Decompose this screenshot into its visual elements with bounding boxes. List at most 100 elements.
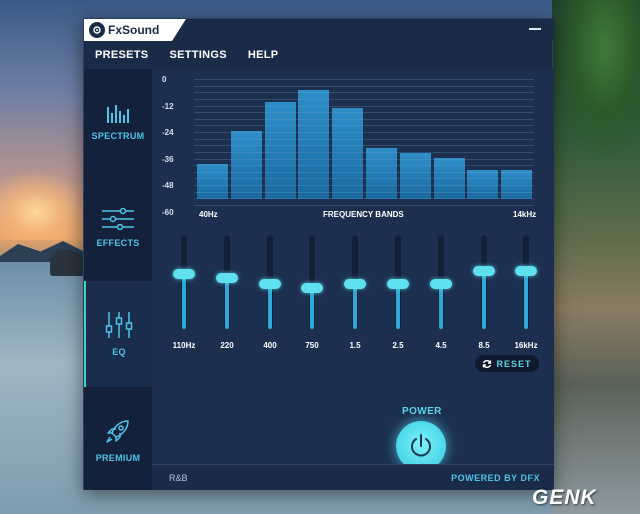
grid-line bbox=[194, 204, 534, 206]
slider-fill bbox=[310, 287, 314, 329]
eq-panel: 40Hz FREQUENCY BANDS 14kHz 0 -12 -24 -36 -48… bbox=[152, 69, 554, 490]
slider-fill bbox=[182, 274, 186, 329]
rock bbox=[50, 250, 84, 276]
sidebar-item-label: EFFECTS bbox=[96, 238, 140, 248]
eq-band-label: 750 bbox=[305, 341, 319, 350]
slider-thumb[interactable] bbox=[173, 269, 195, 280]
slider-thumb[interactable] bbox=[473, 265, 495, 276]
grid-line bbox=[194, 125, 534, 127]
sidebar-item-label: SPECTRUM bbox=[91, 131, 145, 141]
eq-icon bbox=[104, 311, 134, 339]
title-bar[interactable]: FxSound bbox=[84, 19, 554, 41]
db-scale-label: -48 bbox=[162, 181, 174, 190]
x-axis-end-label: 14kHz bbox=[513, 210, 537, 219]
eq-slider[interactable] bbox=[216, 235, 238, 329]
slider-thumb[interactable] bbox=[344, 278, 366, 289]
grid-line bbox=[194, 158, 534, 160]
slider-fill bbox=[353, 283, 357, 329]
eq-slider[interactable] bbox=[344, 235, 366, 329]
menu-help[interactable]: HELP bbox=[248, 49, 279, 61]
eq-slider[interactable] bbox=[473, 235, 495, 329]
grid-line bbox=[194, 118, 534, 120]
current-preset-name: R&B bbox=[169, 473, 188, 483]
sidebar-item-label: EQ bbox=[112, 347, 126, 357]
eq-band-label: 1.5 bbox=[349, 341, 361, 350]
eq-band-label: 400 bbox=[263, 341, 277, 350]
grid-line bbox=[194, 85, 534, 87]
x-axis-start-label: 40Hz bbox=[199, 210, 218, 219]
reset-button[interactable]: RESET bbox=[475, 355, 539, 372]
power-icon bbox=[411, 434, 431, 457]
grid-line bbox=[194, 191, 534, 193]
slider-thumb[interactable] bbox=[387, 278, 409, 289]
eq-band-label: 110Hz bbox=[172, 341, 196, 350]
eq-slider[interactable] bbox=[515, 235, 537, 329]
grid-line bbox=[194, 79, 534, 80]
title-bar-dark-area bbox=[172, 19, 554, 41]
slider-thumb[interactable] bbox=[301, 282, 323, 293]
eq-slider[interactable] bbox=[259, 235, 281, 329]
fxsound-window: FxSound PRESETS SETTINGS HELP SPECTRUM E… bbox=[83, 18, 554, 490]
db-scale-label: -12 bbox=[162, 101, 174, 111]
db-scale-label: -60 bbox=[162, 207, 174, 217]
slider-fill bbox=[524, 270, 528, 329]
slider-thumb[interactable] bbox=[430, 278, 452, 289]
db-scale-label: -36 bbox=[162, 154, 174, 164]
palm-trees bbox=[552, 0, 640, 160]
x-axis-title: FREQUENCY BANDS bbox=[323, 210, 404, 219]
grid-line bbox=[194, 145, 534, 147]
eq-slider[interactable] bbox=[173, 235, 195, 329]
eq-band-label: 2.5 bbox=[392, 341, 404, 350]
sidebar-item-eq[interactable]: EQ bbox=[84, 281, 152, 387]
app-title: FxSound bbox=[108, 23, 160, 37]
slider-thumb[interactable] bbox=[259, 278, 281, 289]
grid-line bbox=[194, 178, 534, 180]
eq-slider[interactable] bbox=[387, 235, 409, 329]
menu-bar: PRESETS SETTINGS HELP bbox=[84, 41, 554, 69]
spectrum-icon bbox=[105, 103, 131, 123]
genk-watermark: GENK bbox=[532, 486, 597, 509]
spectrum-display: 40Hz FREQUENCY BANDS 14kHz 0 -12 -24 -36 -48… bbox=[152, 75, 554, 225]
grid-line bbox=[194, 105, 534, 107]
eq-band-label: 220 bbox=[220, 341, 234, 350]
rocket-icon bbox=[104, 417, 132, 445]
menu-presets[interactable]: PRESETS bbox=[95, 49, 148, 61]
menu-settings[interactable]: SETTINGS bbox=[169, 49, 226, 61]
grid-line bbox=[194, 98, 534, 100]
sidebar-item-premium[interactable]: PREMIUM bbox=[84, 387, 152, 493]
spectrum-bars bbox=[197, 75, 537, 199]
slider-fill bbox=[225, 278, 229, 329]
power-label: POWER bbox=[402, 406, 442, 417]
eq-band-label: 8.5 bbox=[478, 341, 490, 350]
slider-fill bbox=[396, 283, 400, 329]
eq-slider[interactable] bbox=[301, 235, 323, 329]
spectrum-bar bbox=[197, 164, 228, 199]
app-logo: FxSound bbox=[89, 22, 159, 38]
powered-by-label: POWERED BY DFX bbox=[451, 473, 540, 483]
eq-band-label: 4.5 bbox=[435, 341, 447, 350]
sliders-icon bbox=[101, 208, 135, 230]
minimize-button[interactable] bbox=[529, 28, 541, 30]
slider-fill bbox=[439, 283, 443, 329]
sidebar: SPECTRUM EFFECTS EQ PREMIUM bbox=[84, 69, 152, 490]
sidebar-item-effects[interactable]: EFFECTS bbox=[84, 175, 152, 281]
grid-line bbox=[194, 165, 534, 167]
refresh-icon bbox=[483, 359, 492, 368]
eq-slider[interactable] bbox=[430, 235, 452, 329]
slider-fill bbox=[268, 283, 272, 329]
slider-thumb[interactable] bbox=[216, 273, 238, 284]
slider-fill bbox=[482, 270, 486, 329]
sunset-glow bbox=[0, 170, 90, 240]
sidebar-item-label: PREMIUM bbox=[95, 453, 141, 463]
slider-thumb[interactable] bbox=[515, 265, 537, 276]
db-scale-label: -24 bbox=[162, 128, 174, 137]
grid-line bbox=[194, 151, 534, 153]
grid-line bbox=[194, 138, 534, 140]
grid-line bbox=[194, 112, 534, 114]
grid-line bbox=[194, 185, 534, 186]
sidebar-item-spectrum[interactable]: SPECTRUM bbox=[84, 69, 152, 175]
footer-bar: R&B POWERED BY DFX bbox=[152, 464, 554, 490]
speaker-logo-icon bbox=[89, 22, 105, 38]
grid-line bbox=[194, 92, 534, 94]
grid-line bbox=[194, 198, 534, 200]
